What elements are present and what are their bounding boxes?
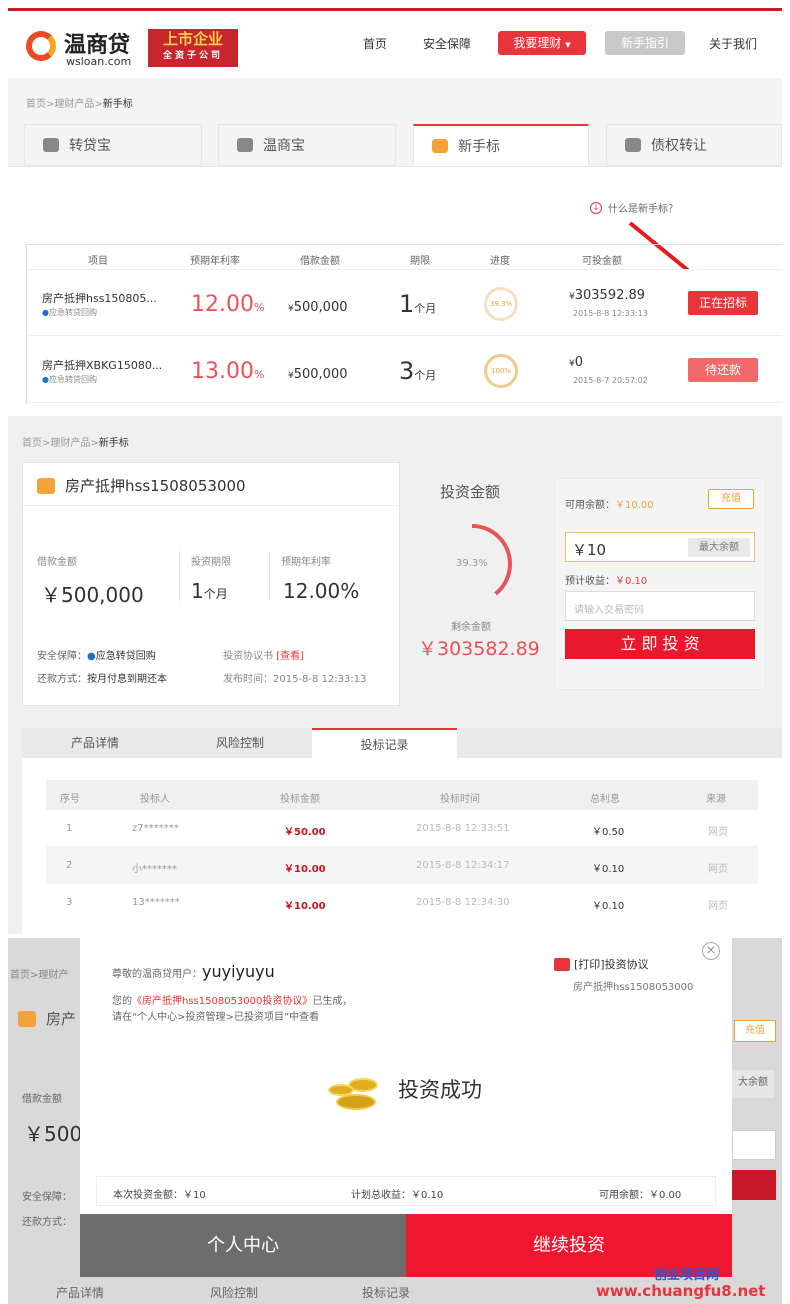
progress-percent: 39.3% xyxy=(456,558,488,569)
success-message: 投资成功 xyxy=(398,1078,482,1102)
invest-panel: 可用余额：￥10.00 充值 ￥10 最大余额 预计收益：￥0.10 请输入交易… xyxy=(554,478,766,690)
table-row: 2 小******* ￥10.00 2015-8-8 12:34:17 ￥0.1… xyxy=(46,847,758,884)
rate-value: 12.00% xyxy=(283,579,360,603)
tab-bid-records[interactable]: 投标记录 xyxy=(312,728,457,758)
close-icon[interactable]: × xyxy=(702,942,720,960)
help-link[interactable]: ↓ 什么是新手标？ xyxy=(590,200,678,215)
printer-icon xyxy=(554,957,570,971)
records-header: 序号 投标人 投标金额 投标时间 总利息 来源 xyxy=(46,780,758,810)
remaining-amount: ￥303582.89 xyxy=(418,638,540,660)
username: yuyiyuyu xyxy=(202,962,275,981)
chevron-down-icon: ▼ xyxy=(565,41,571,49)
swap-icon xyxy=(625,138,641,152)
breadcrumb: 首页>理财产品>新手标 xyxy=(26,99,133,110)
divider xyxy=(8,166,782,167)
list-item[interactable]: 房产抵押XBKG15080... ●应急转贷回购 13.00% ¥500,000… xyxy=(26,337,782,403)
tab-wenshangbao[interactable]: 温商宝 xyxy=(218,124,396,166)
logo-domain: wsloan.com xyxy=(66,55,132,68)
transfer-icon xyxy=(43,138,59,152)
table-row: 1 z7******* ￥50.00 2015-8-8 12:33:51 ￥0.… xyxy=(46,810,758,847)
product-title: 房产抵押hss1508053000 xyxy=(65,477,246,495)
breadcrumb: 首页>理财产品>新手标 xyxy=(22,438,129,449)
contract-link[interactable]: 《房产抵押hss1508053000投资协议》 xyxy=(132,996,312,1007)
wallet-icon xyxy=(432,138,448,153)
progress-ring: 100% xyxy=(484,354,518,388)
crumb-category[interactable]: 理财产品 xyxy=(54,99,94,110)
max-balance-button[interactable]: 最大余额 xyxy=(688,538,750,557)
personal-center-button[interactable]: 个人中心 xyxy=(80,1214,406,1277)
listed-badge: 上市企业 全资子公司 xyxy=(148,29,238,67)
product-info-card: 房产抵押hss1508053000 借款金额 ￥500,000 投资期限 1个月… xyxy=(22,462,400,706)
print-contract-link[interactable]: [打印]投资协议 xyxy=(554,956,649,972)
tab-debt-transfer[interactable]: 债权转让 xyxy=(606,124,782,166)
nav-home[interactable]: 首页 xyxy=(363,35,387,52)
nav-about[interactable]: 关于我们 xyxy=(709,35,757,52)
invest-title: 投资金额 xyxy=(440,483,501,501)
nav-safety[interactable]: 安全保障 xyxy=(423,35,471,52)
watermark-cn: 创业项目网 xyxy=(654,1268,720,1283)
list-header: 项目 预期年利率 借款金额 期限 进度 可投金额 xyxy=(26,244,782,270)
crumb-current: 新手标 xyxy=(102,99,133,110)
nav-guide-button[interactable]: 新手指引 xyxy=(605,31,685,55)
progress-ring: 39.3% xyxy=(484,287,518,321)
tab-zhuandaibao[interactable]: 转贷宝 xyxy=(24,124,202,166)
wallet-icon xyxy=(18,1010,36,1027)
amount-input[interactable]: ￥10 最大余额 xyxy=(565,532,755,562)
invest-summary: 本次投资金额：￥10 计划总收益：￥0.10 可用余额：￥0.00 xyxy=(96,1176,716,1206)
coin-icon xyxy=(237,138,253,152)
invest-now-button[interactable]: 立 即 投 资 xyxy=(565,629,755,659)
down-arrow-icon: ↓ xyxy=(590,201,602,214)
watermark-url: www.chuangfu8.net xyxy=(596,1282,766,1300)
nav-invest-button[interactable]: 我要理财 ▼ xyxy=(498,31,586,55)
logo-icon xyxy=(26,31,56,61)
tab-risk-control[interactable]: 风险控制 xyxy=(168,728,312,758)
table-row: 3 13******* ￥10.00 2015-8-8 12:34:30 ￥0.… xyxy=(46,884,758,921)
tab-newbie[interactable]: 新手标 xyxy=(413,124,589,166)
wallet-icon xyxy=(37,477,55,494)
status-repay-button[interactable]: 待还款 xyxy=(688,358,758,382)
gold-coins-icon xyxy=(326,1066,386,1114)
recharge-button[interactable]: 充值 xyxy=(708,489,754,509)
tab-product-detail[interactable]: 产品详情 xyxy=(22,728,168,758)
crumb-home[interactable]: 首页 xyxy=(26,99,46,110)
loan-amount: ￥500,000 xyxy=(41,583,144,607)
view-contract-link[interactable]: [查看] xyxy=(276,651,304,662)
list-item[interactable]: 房产抵押hss150805... ●应急转贷回购 12.00% ¥500,000… xyxy=(26,270,782,336)
trade-password-field[interactable]: 请输入交易密码 xyxy=(565,591,755,621)
status-bidding-button[interactable]: 正在招标 xyxy=(688,291,758,315)
divider xyxy=(26,244,27,404)
